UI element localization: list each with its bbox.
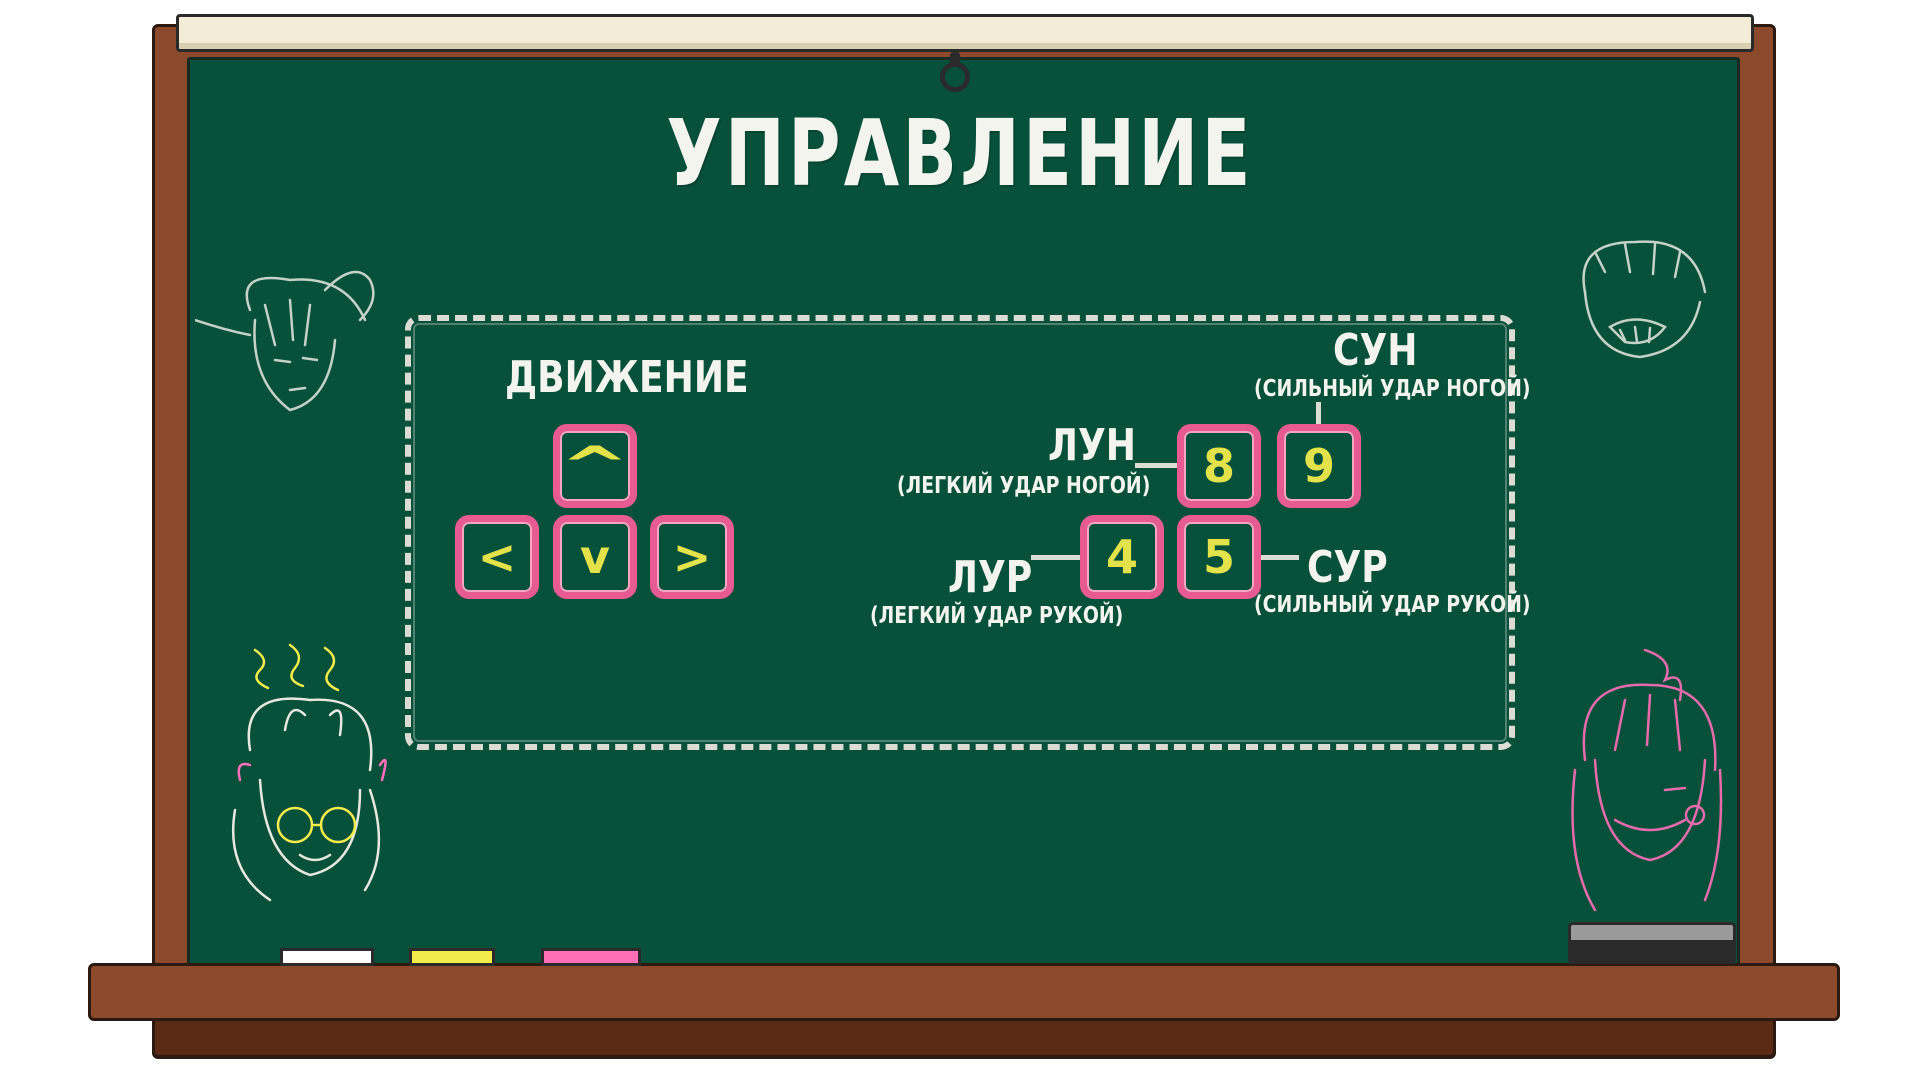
chalk-face-right-bottom-icon [1571, 648, 1723, 912]
chalk-face-right-top-icon [1582, 240, 1707, 359]
key-9-label: 9 [1302, 439, 1335, 493]
chalk-face-left-bottom-icon [231, 643, 387, 902]
key-5[interactable]: 5 [1177, 515, 1261, 599]
down-arrow-icon: v [580, 530, 610, 584]
key-up[interactable]: ^ [553, 424, 637, 508]
key-9[interactable]: 9 [1277, 424, 1361, 508]
key-4[interactable]: 4 [1080, 515, 1164, 599]
chalkboard-top-rail [176, 14, 1754, 52]
yellow-chalk[interactable] [409, 948, 495, 966]
key-down[interactable]: v [553, 515, 637, 599]
lun-desc: (ЛЕГКИЙ УДАР НОГОЙ) [897, 473, 1151, 499]
pink-chalk[interactable] [541, 948, 641, 966]
white-chalk[interactable] [280, 948, 374, 966]
hook-icon [940, 62, 970, 92]
connector-sun [1316, 402, 1321, 424]
right-arrow-icon: > [672, 530, 712, 584]
page-title: УПРАВЛЕНИЕ [666, 100, 1254, 207]
chalk-face-left-top-icon [195, 270, 375, 412]
key-8[interactable]: 8 [1177, 424, 1261, 508]
sun-label: СУН [1333, 325, 1418, 376]
sur-desc: (СИЛЬНЫЙ УДАР РУКОЙ) [1254, 592, 1531, 618]
key-right[interactable]: > [650, 515, 734, 599]
eraser[interactable] [1568, 922, 1736, 964]
connector-lun [1135, 463, 1177, 468]
connector-lur [1031, 555, 1080, 560]
lur-desc: (ЛЕГКИЙ УДАР РУКОЙ) [870, 603, 1124, 629]
key-8-label: 8 [1202, 439, 1235, 493]
up-arrow-icon: ^ [560, 436, 630, 496]
chalk-ledge [88, 963, 1840, 1021]
movement-label: ДВИЖЕНИЕ [505, 352, 749, 403]
key-left[interactable]: < [455, 515, 539, 599]
sun-desc: (СИЛЬНЫЙ УДАР НОГОЙ) [1254, 376, 1531, 402]
lun-label: ЛУН [1048, 420, 1136, 471]
left-arrow-icon: < [477, 530, 517, 584]
key-4-label: 4 [1105, 530, 1138, 584]
sur-label: СУР [1307, 542, 1388, 593]
key-5-label: 5 [1202, 530, 1235, 584]
connector-sur [1261, 555, 1299, 560]
lur-label: ЛУР [948, 552, 1033, 603]
